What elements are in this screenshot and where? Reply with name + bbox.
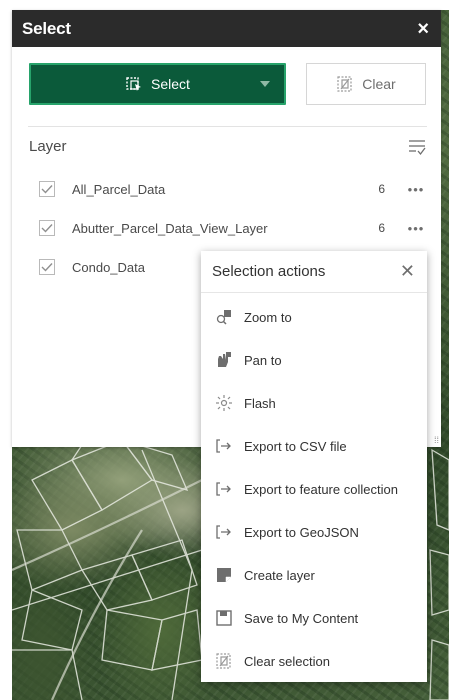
action-label: Pan to <box>244 352 282 368</box>
action-label: Export to feature collection <box>244 481 398 497</box>
resize-handle-icon[interactable]: ⁞⁞ <box>434 436 439 445</box>
select-toolbar: Select Clear <box>12 63 441 106</box>
action-label: Zoom to <box>244 309 292 325</box>
checkmark-icon <box>41 185 53 194</box>
export-icon <box>214 522 234 542</box>
select-button-label: Select <box>151 76 190 92</box>
create-layer-icon <box>214 565 234 585</box>
more-options-icon[interactable]: ••• <box>405 182 427 197</box>
export-icon <box>214 436 234 456</box>
chevron-down-icon[interactable] <box>260 81 270 87</box>
layer-header-label: Layer <box>29 138 67 155</box>
layer-row[interactable]: All_Parcel_Data 6 ••• <box>39 176 427 202</box>
action-label: Export to GeoJSON <box>244 524 359 540</box>
action-flash[interactable]: Flash <box>201 385 427 421</box>
action-label: Create layer <box>244 567 315 583</box>
action-export-feature-collection[interactable]: Export to feature collection <box>201 471 427 507</box>
flash-icon <box>214 393 234 413</box>
popup-header: Selection actions ✕ <box>201 251 427 293</box>
layer-checkbox[interactable] <box>39 259 55 275</box>
clear-selection-icon <box>214 651 234 671</box>
save-icon <box>214 608 234 628</box>
clear-button[interactable]: Clear <box>306 63 426 105</box>
layer-name: Abutter_Parcel_Data_View_Layer <box>72 220 268 236</box>
panel-title: Select <box>22 18 71 38</box>
selection-actions-popup: Selection actions ✕ Zoom to Pan to Flash… <box>201 251 427 682</box>
clear-selection-icon <box>337 76 352 92</box>
pan-to-icon <box>214 350 234 370</box>
action-label: Export to CSV file <box>244 438 347 454</box>
action-export-geojson[interactable]: Export to GeoJSON <box>201 514 427 550</box>
close-icon[interactable]: ✕ <box>400 261 415 282</box>
layer-checkbox[interactable] <box>39 220 55 236</box>
zoom-to-icon <box>214 307 234 327</box>
layer-checkbox[interactable] <box>39 181 55 197</box>
selection-count: 6 <box>378 221 385 235</box>
panel-titlebar: Select × <box>12 10 441 47</box>
popup-title: Selection actions <box>212 263 326 280</box>
filter-list-icon[interactable] <box>407 138 427 156</box>
action-clear-selection[interactable]: Clear selection <box>201 643 427 679</box>
action-export-csv[interactable]: Export to CSV file <box>201 428 427 464</box>
action-zoom-to[interactable]: Zoom to <box>201 299 427 335</box>
layer-list-header: Layer <box>28 126 427 166</box>
clear-button-label: Clear <box>362 76 396 92</box>
export-icon <box>214 479 234 499</box>
layer-name: All_Parcel_Data <box>72 181 166 197</box>
select-button[interactable]: Select <box>29 63 286 105</box>
action-create-layer[interactable]: Create layer <box>201 557 427 593</box>
layer-row[interactable]: Abutter_Parcel_Data_View_Layer 6 ••• <box>39 215 427 241</box>
action-label: Flash <box>244 395 276 411</box>
close-icon[interactable]: × <box>417 19 429 39</box>
select-by-rectangle-icon <box>126 77 142 91</box>
action-label: Clear selection <box>244 653 330 669</box>
action-label: Save to My Content <box>244 610 359 626</box>
checkmark-icon <box>41 263 53 272</box>
action-save-to-my-content[interactable]: Save to My Content <box>201 600 427 636</box>
more-options-icon[interactable]: ••• <box>405 221 427 236</box>
action-pan-to[interactable]: Pan to <box>201 342 427 378</box>
checkmark-icon <box>41 224 53 233</box>
selection-count: 6 <box>378 182 385 196</box>
